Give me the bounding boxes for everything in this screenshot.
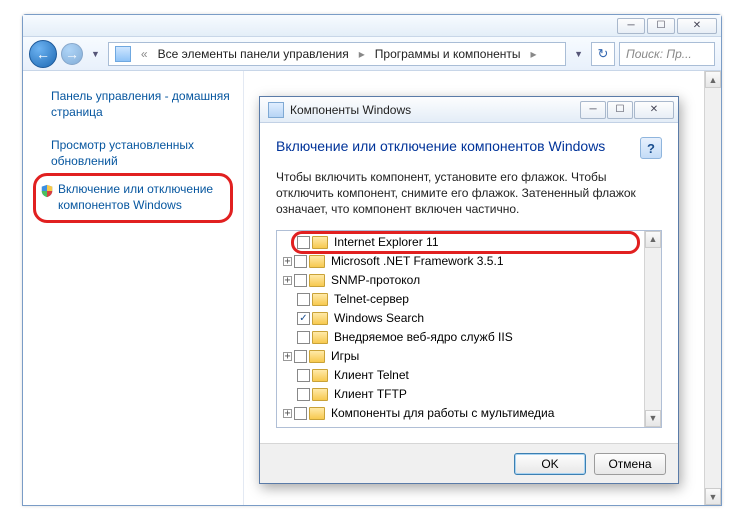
- dialog-icon: [268, 102, 284, 118]
- tree-item-label: Windows Search: [330, 311, 424, 325]
- window-titlebar: ─ ☐ ✕: [23, 15, 721, 37]
- forward-button[interactable]: →: [61, 43, 83, 65]
- scroll-down-icon[interactable]: ▼: [645, 410, 661, 427]
- tree-items: Internet Explorer 11 + Microsoft .NET Fram…: [277, 231, 644, 427]
- folder-icon: [309, 274, 325, 287]
- scroll-up-icon[interactable]: ▲: [705, 71, 721, 88]
- tree-row[interactable]: Клиент Telnet: [277, 366, 644, 385]
- checkbox[interactable]: [297, 388, 310, 401]
- shield-icon: [40, 184, 54, 198]
- checkbox[interactable]: [294, 274, 307, 287]
- refresh-icon: ↻: [598, 46, 609, 62]
- folder-icon: [309, 350, 325, 363]
- tree-item-label: Microsoft .NET Framework 3.5.1: [327, 254, 504, 268]
- expand-icon[interactable]: +: [283, 276, 292, 285]
- folder-icon: [312, 236, 328, 249]
- checkbox[interactable]: [297, 369, 310, 382]
- features-tree: Internet Explorer 11 + Microsoft .NET Fram…: [276, 230, 662, 428]
- breadcrumb-chevron-icon: ▸: [355, 47, 369, 61]
- help-icon: ?: [647, 141, 655, 156]
- minimize-button[interactable]: ─: [617, 18, 645, 34]
- folder-icon: [309, 407, 325, 420]
- tree-row[interactable]: Внедряемое веб-ядро служб IIS: [277, 328, 644, 347]
- dialog-title: Компоненты Windows: [290, 103, 580, 117]
- folder-icon: [312, 388, 328, 401]
- folder-icon: [312, 293, 328, 306]
- tree-item-label: Компоненты для работы с мультимедиа: [327, 406, 554, 420]
- tree-row[interactable]: + SNMP-протокол: [277, 271, 644, 290]
- dialog-maximize-button[interactable]: ☐: [607, 101, 633, 119]
- arrow-left-icon: ←: [36, 46, 50, 62]
- tree-row[interactable]: + Игры: [277, 347, 644, 366]
- breadcrumb-chevron-icon: ▸: [527, 47, 541, 61]
- close-button[interactable]: ✕: [677, 18, 717, 34]
- dialog-minimize-button[interactable]: ─: [580, 101, 606, 119]
- tree-item-label: Клиент TFTP: [330, 387, 407, 401]
- search-input[interactable]: Поиск: Пр...: [619, 42, 715, 66]
- expand-icon[interactable]: +: [283, 409, 292, 418]
- scroll-up-icon[interactable]: ▲: [645, 231, 661, 248]
- sidebar-link-home[interactable]: Панель управления - домашняя страница: [33, 85, 233, 124]
- address-dropdown-icon[interactable]: ▼: [570, 49, 587, 59]
- refresh-button[interactable]: ↻: [591, 42, 615, 66]
- sidebar-item-label: Включение или отключение компонентов Win…: [58, 182, 213, 212]
- toolbar: ← → ▼ « Все элементы панели управления ▸…: [23, 37, 721, 71]
- dialog-body: Включение или отключение компонентов Win…: [260, 123, 678, 436]
- checkbox[interactable]: [297, 312, 310, 325]
- dialog-close-button[interactable]: ✕: [634, 101, 674, 119]
- help-button[interactable]: ?: [640, 137, 662, 159]
- cancel-button[interactable]: Отмена: [594, 453, 666, 475]
- dialog-footer: OK Отмена: [260, 443, 678, 483]
- tree-row[interactable]: Internet Explorer 11: [277, 233, 644, 252]
- dialog-description: Чтобы включить компонент, установите его…: [276, 169, 662, 218]
- scroll-down-icon[interactable]: ▼: [705, 488, 721, 505]
- sidebar-link-windows-features[interactable]: Включение или отключение компонентов Win…: [33, 173, 233, 222]
- tree-row[interactable]: + Microsoft .NET Framework 3.5.1: [277, 252, 644, 271]
- checkbox[interactable]: [297, 331, 310, 344]
- windows-features-dialog: Компоненты Windows ─ ☐ ✕ Включение или о…: [259, 96, 679, 484]
- tree-row[interactable]: Telnet-сервер: [277, 290, 644, 309]
- control-panel-icon: [115, 46, 131, 62]
- folder-icon: [312, 369, 328, 382]
- ok-button[interactable]: OK: [514, 453, 586, 475]
- breadcrumb-item[interactable]: Программы и компоненты: [375, 47, 521, 61]
- address-bar[interactable]: « Все элементы панели управления ▸ Прогр…: [108, 42, 566, 66]
- tree-item-label: Telnet-сервер: [330, 292, 409, 306]
- expand-icon[interactable]: +: [283, 352, 292, 361]
- folder-icon: [312, 331, 328, 344]
- tree-row[interactable]: Клиент TFTP: [277, 385, 644, 404]
- expand-icon[interactable]: +: [283, 257, 292, 266]
- sidebar-item-label: Просмотр установленных обновлений: [51, 138, 194, 168]
- dialog-heading-row: Включение или отключение компонентов Win…: [276, 137, 662, 159]
- folder-icon: [309, 255, 325, 268]
- sidebar: Панель управления - домашняя страница Пр…: [23, 71, 243, 505]
- sidebar-item-label: Панель управления - домашняя страница: [51, 89, 230, 119]
- tree-row[interactable]: + Компоненты для работы с мультимедиа: [277, 404, 644, 423]
- tree-item-label: Internet Explorer 11: [330, 235, 439, 249]
- dialog-titlebar[interactable]: Компоненты Windows ─ ☐ ✕: [260, 97, 678, 123]
- checkbox[interactable]: [294, 255, 307, 268]
- arrow-right-icon: →: [65, 46, 79, 62]
- sidebar-link-updates[interactable]: Просмотр установленных обновлений: [33, 134, 233, 173]
- checkbox[interactable]: [297, 236, 310, 249]
- checkbox[interactable]: [294, 350, 307, 363]
- breadcrumb-separator: «: [137, 47, 152, 61]
- dialog-heading: Включение или отключение компонентов Win…: [276, 137, 628, 155]
- checkbox[interactable]: [294, 407, 307, 420]
- tree-row[interactable]: Windows Search: [277, 309, 644, 328]
- history-dropdown-icon[interactable]: ▼: [87, 49, 104, 59]
- scrollbar[interactable]: ▲ ▼: [704, 71, 721, 505]
- checkbox[interactable]: [297, 293, 310, 306]
- search-placeholder: Поиск: Пр...: [626, 47, 692, 61]
- folder-icon: [312, 312, 328, 325]
- tree-item-label: Игры: [327, 349, 359, 363]
- tree-item-label: Клиент Telnet: [330, 368, 409, 382]
- maximize-button[interactable]: ☐: [647, 18, 675, 34]
- tree-item-label: SNMP-протокол: [327, 273, 420, 287]
- tree-scrollbar[interactable]: ▲ ▼: [644, 231, 661, 427]
- breadcrumb-item[interactable]: Все элементы панели управления: [158, 47, 349, 61]
- tree-item-label: Внедряемое веб-ядро служб IIS: [330, 330, 513, 344]
- back-button[interactable]: ←: [29, 40, 57, 68]
